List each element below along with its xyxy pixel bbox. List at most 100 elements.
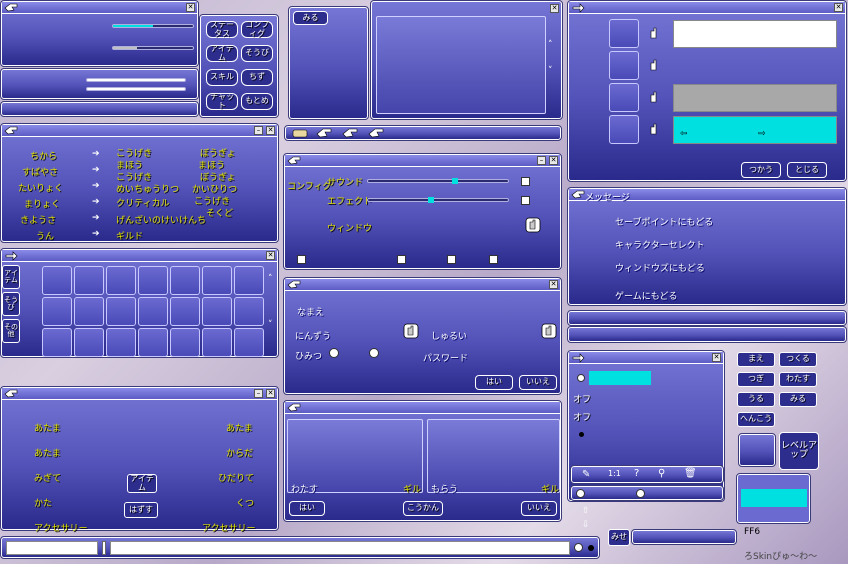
next-button[interactable]: つぎ <box>737 372 775 387</box>
chat-name-input[interactable] <box>6 541 98 555</box>
chat-button[interactable]: チャット <box>206 92 238 110</box>
hand-icon[interactable] <box>316 127 332 139</box>
tab-item[interactable]: アイテム <box>2 265 20 289</box>
inventory-slot[interactable] <box>74 266 104 295</box>
shop-input-cyan[interactable]: ⇦ ⇨ <box>673 116 837 144</box>
effect-checkbox[interactable] <box>521 196 530 205</box>
skill-button[interactable]: スキル <box>206 69 238 86</box>
sell-button[interactable]: うる <box>737 392 775 407</box>
shop-slot[interactable] <box>609 51 639 80</box>
level-up-button[interactable]: レベルアップ <box>779 432 819 470</box>
hand-point-icon[interactable] <box>647 122 661 136</box>
edit-icon[interactable]: ✎ <box>582 469 590 480</box>
equip-slot-right-hand[interactable]: みぎて <box>34 471 61 484</box>
hand-point-icon[interactable] <box>647 90 661 104</box>
close-icon[interactable]: ✕ <box>186 3 195 12</box>
inventory-slot[interactable] <box>202 266 232 295</box>
inventory-slot[interactable] <box>234 297 264 326</box>
view-button[interactable]: みる <box>293 11 328 25</box>
help-icon[interactable]: ? <box>634 468 639 479</box>
status-button[interactable]: ステータス <box>206 20 238 38</box>
hand-point-icon[interactable] <box>525 217 541 233</box>
equip-slot-head-top[interactable]: あたま <box>34 421 61 434</box>
title-bar[interactable]: ✕ <box>569 352 723 364</box>
inventory-slot[interactable] <box>138 297 168 326</box>
inventory-slot[interactable] <box>42 328 72 357</box>
equip-slot-head-mid[interactable]: あたま <box>34 446 61 459</box>
scroll-up-arrow-icon[interactable]: ⇧ <box>582 506 590 516</box>
option-checkbox-3[interactable] <box>447 255 456 264</box>
scale-icon[interactable]: 1:1 <box>608 469 621 478</box>
minimize-icon[interactable]: – <box>254 389 263 398</box>
title-bar[interactable]: ✕ <box>2 2 197 14</box>
equip-slot-accessory-right[interactable]: アクセサリー <box>202 521 256 534</box>
luk-up-icon[interactable]: ➔ <box>92 229 100 239</box>
inventory-slot[interactable] <box>170 328 200 357</box>
hand-point-icon[interactable] <box>647 58 661 72</box>
create-button[interactable]: つくる <box>779 352 817 367</box>
view-button-2[interactable]: みる <box>779 392 817 407</box>
int-up-icon[interactable]: ➔ <box>92 197 100 207</box>
title-bar[interactable]: メッセージ <box>569 189 845 203</box>
title-bar[interactable]: – ✕ <box>285 155 560 167</box>
effect-slider[interactable] <box>367 197 509 203</box>
hand-icon[interactable] <box>368 127 384 139</box>
inventory-slot[interactable] <box>138 266 168 295</box>
shop-slot[interactable] <box>609 19 639 48</box>
close-icon[interactable]: ✕ <box>834 3 843 12</box>
use-button[interactable]: つかう <box>741 162 781 178</box>
chat-message-input[interactable] <box>110 541 570 555</box>
shop-slot[interactable] <box>609 83 639 112</box>
agi-up-icon[interactable]: ➔ <box>92 165 100 175</box>
inventory-slot[interactable] <box>42 297 72 326</box>
exchange-button[interactable]: こうかん <box>403 501 443 516</box>
hand-icon[interactable] <box>342 127 358 139</box>
str-up-icon[interactable]: ➔ <box>92 149 100 159</box>
title-bar[interactable] <box>285 402 560 414</box>
close-icon[interactable]: ✕ <box>266 389 275 398</box>
change-button[interactable]: へんこう <box>737 412 775 427</box>
scroll-down-arrow-icon[interactable]: ⇩ <box>582 520 590 530</box>
inventory-slot[interactable] <box>106 328 136 357</box>
unequip-button[interactable]: はずす <box>124 502 158 518</box>
scroll-down-icon[interactable]: ˅ <box>548 66 553 76</box>
close-button[interactable]: とじる <box>787 162 827 178</box>
trade-no-button[interactable]: いいえ <box>521 501 557 516</box>
menu-save-point[interactable]: セーブポイントにもどる <box>615 215 713 228</box>
hand-point-icon[interactable] <box>403 323 419 339</box>
inventory-slot[interactable] <box>202 328 232 357</box>
scroll-up-icon[interactable]: ˄ <box>548 40 553 50</box>
inventory-slot[interactable] <box>106 297 136 326</box>
title-bar[interactable]: ✕ <box>2 250 277 262</box>
title-bar[interactable]: – ✕ <box>2 125 277 137</box>
equip-button[interactable]: そうび <box>241 45 273 62</box>
shop-input-white[interactable] <box>673 20 837 48</box>
inventory-slot[interactable] <box>170 297 200 326</box>
minimize-icon[interactable]: – <box>537 156 546 165</box>
scroll-down-icon[interactable]: ˅ <box>268 320 273 330</box>
close-icon[interactable]: ✕ <box>549 280 558 289</box>
option-checkbox-4[interactable] <box>489 255 498 264</box>
no-button[interactable]: いいえ <box>519 375 557 390</box>
request-button[interactable]: もとめ <box>241 93 273 110</box>
menu-char-select[interactable]: キャラクターセレクト <box>615 238 705 251</box>
arrow-right-icon[interactable]: ⇨ <box>758 129 766 139</box>
prev-button[interactable]: まえ <box>737 352 775 367</box>
secret-radio-off[interactable] <box>369 348 379 358</box>
option-cyan-field[interactable] <box>589 371 651 385</box>
item-button[interactable]: アイテム <box>206 44 238 62</box>
close-icon[interactable]: ✕ <box>712 353 721 362</box>
close-icon[interactable]: ✕ <box>266 126 275 135</box>
option-radio[interactable] <box>577 374 585 382</box>
trash-icon[interactable]: 🗑 <box>684 468 697 479</box>
option-checkbox-2[interactable] <box>397 255 406 264</box>
scroll-up-icon[interactable]: ˄ <box>268 274 273 284</box>
inventory-slot[interactable] <box>234 328 264 357</box>
shop-input-gray[interactable] <box>673 84 837 112</box>
chat-icon[interactable] <box>292 128 308 139</box>
equip-item-button[interactable]: アイテム <box>127 474 157 493</box>
title-bar[interactable]: ✕ <box>569 2 845 14</box>
shop-slot[interactable] <box>609 115 639 144</box>
radio-a[interactable] <box>576 489 585 498</box>
trade-yes-button[interactable]: はい <box>289 501 325 516</box>
